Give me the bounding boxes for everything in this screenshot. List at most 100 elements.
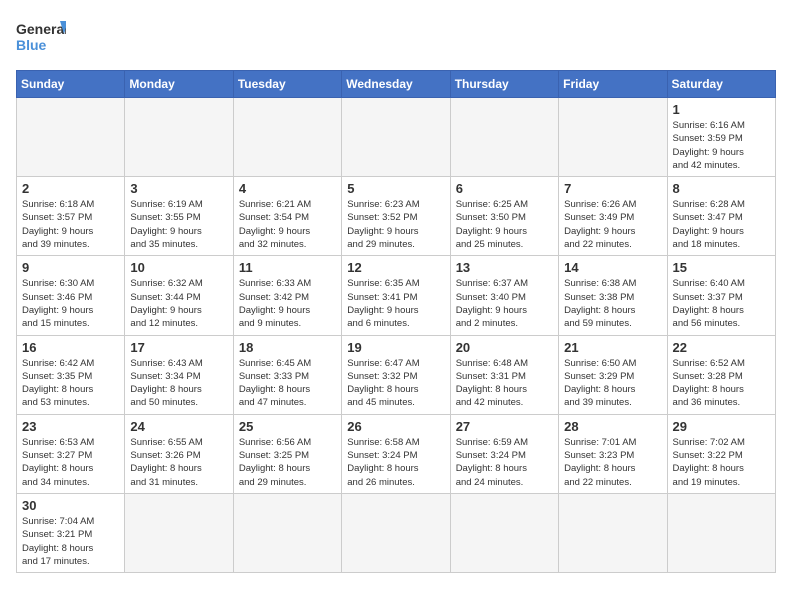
calendar-cell: 15 Sunrise: 6:40 AM Sunset: 3:37 PM Dayli… [667, 256, 775, 335]
day-number: 18 [239, 340, 336, 355]
day-info: Sunrise: 6:23 AM Sunset: 3:52 PM Dayligh… [347, 198, 444, 251]
day-info: Sunrise: 6:38 AM Sunset: 3:38 PM Dayligh… [564, 277, 661, 330]
calendar-cell: 21 Sunrise: 6:50 AM Sunset: 3:29 PM Dayli… [559, 335, 667, 414]
day-info: Sunrise: 6:45 AM Sunset: 3:33 PM Dayligh… [239, 357, 336, 410]
day-info: Sunrise: 6:32 AM Sunset: 3:44 PM Dayligh… [130, 277, 227, 330]
day-number: 3 [130, 181, 227, 196]
page: General Blue SundayMondayTuesdayWednesda… [0, 0, 792, 612]
day-number: 10 [130, 260, 227, 275]
day-number: 20 [456, 340, 553, 355]
day-number: 16 [22, 340, 119, 355]
calendar-cell: 24 Sunrise: 6:55 AM Sunset: 3:26 PM Dayli… [125, 414, 233, 493]
day-info: Sunrise: 6:53 AM Sunset: 3:27 PM Dayligh… [22, 436, 119, 489]
day-info: Sunrise: 6:55 AM Sunset: 3:26 PM Dayligh… [130, 436, 227, 489]
day-info: Sunrise: 6:28 AM Sunset: 3:47 PM Dayligh… [673, 198, 770, 251]
day-info: Sunrise: 7:04 AM Sunset: 3:21 PM Dayligh… [22, 515, 119, 568]
day-info: Sunrise: 6:33 AM Sunset: 3:42 PM Dayligh… [239, 277, 336, 330]
day-number: 4 [239, 181, 336, 196]
calendar-cell [559, 493, 667, 572]
calendar-cell: 12Sunrise: 6:35 AM Sunset: 3:41 PM Dayli… [342, 256, 450, 335]
day-number: 28 [564, 419, 661, 434]
day-info: Sunrise: 6:19 AM Sunset: 3:55 PM Dayligh… [130, 198, 227, 251]
weekday-header-tuesday: Tuesday [233, 71, 341, 98]
calendar-cell: 13Sunrise: 6:37 AM Sunset: 3:40 PM Dayli… [450, 256, 558, 335]
weekday-header-sunday: Sunday [17, 71, 125, 98]
calendar-cell [667, 493, 775, 572]
day-info: Sunrise: 6:48 AM Sunset: 3:31 PM Dayligh… [456, 357, 553, 410]
svg-text:Blue: Blue [16, 37, 47, 53]
calendar-cell [450, 493, 558, 572]
calendar-cell [17, 98, 125, 177]
calendar-cell: 29Sunrise: 7:02 AM Sunset: 3:22 PM Dayli… [667, 414, 775, 493]
calendar-cell [125, 493, 233, 572]
calendar-cell [559, 98, 667, 177]
header: General Blue [16, 16, 776, 58]
calendar-cell: 7Sunrise: 6:26 AM Sunset: 3:49 PM Daylig… [559, 177, 667, 256]
calendar-cell: 2Sunrise: 6:18 AM Sunset: 3:57 PM Daylig… [17, 177, 125, 256]
day-number: 21 [564, 340, 661, 355]
day-info: Sunrise: 6:58 AM Sunset: 3:24 PM Dayligh… [347, 436, 444, 489]
calendar-cell: 19 Sunrise: 6:47 AM Sunset: 3:32 PM Dayli… [342, 335, 450, 414]
day-number: 30 [22, 498, 119, 513]
day-number: 1 [673, 102, 770, 117]
day-number: 15 [673, 260, 770, 275]
week-row-4: 23 Sunrise: 6:53 AM Sunset: 3:27 PM Dayli… [17, 414, 776, 493]
week-row-3: 16 Sunrise: 6:42 AM Sunset: 3:35 PM Dayli… [17, 335, 776, 414]
day-info: Sunrise: 6:21 AM Sunset: 3:54 PM Dayligh… [239, 198, 336, 251]
day-number: 23 [22, 419, 119, 434]
day-info: Sunrise: 6:30 AM Sunset: 3:46 PM Dayligh… [22, 277, 119, 330]
calendar-cell: 27 Sunrise: 6:59 AM Sunset: 3:24 PM Dayli… [450, 414, 558, 493]
week-row-1: 2Sunrise: 6:18 AM Sunset: 3:57 PM Daylig… [17, 177, 776, 256]
calendar-cell: 25 Sunrise: 6:56 AM Sunset: 3:25 PM Dayli… [233, 414, 341, 493]
day-info: Sunrise: 6:40 AM Sunset: 3:37 PM Dayligh… [673, 277, 770, 330]
day-info: Sunrise: 6:50 AM Sunset: 3:29 PM Dayligh… [564, 357, 661, 410]
day-info: Sunrise: 6:35 AM Sunset: 3:41 PM Dayligh… [347, 277, 444, 330]
day-number: 19 [347, 340, 444, 355]
day-number: 27 [456, 419, 553, 434]
day-number: 14 [564, 260, 661, 275]
calendar-cell: 10 Sunrise: 6:32 AM Sunset: 3:44 PM Dayli… [125, 256, 233, 335]
weekday-header-thursday: Thursday [450, 71, 558, 98]
logo: General Blue [16, 16, 66, 58]
calendar-cell: 23 Sunrise: 6:53 AM Sunset: 3:27 PM Dayli… [17, 414, 125, 493]
day-info: Sunrise: 6:16 AM Sunset: 3:59 PM Dayligh… [673, 119, 770, 172]
calendar-cell [450, 98, 558, 177]
calendar-cell: 18 Sunrise: 6:45 AM Sunset: 3:33 PM Dayli… [233, 335, 341, 414]
day-info: Sunrise: 6:42 AM Sunset: 3:35 PM Dayligh… [22, 357, 119, 410]
day-number: 8 [673, 181, 770, 196]
calendar-cell: 22 Sunrise: 6:52 AM Sunset: 3:28 PM Dayli… [667, 335, 775, 414]
weekday-header-monday: Monday [125, 71, 233, 98]
weekday-header-saturday: Saturday [667, 71, 775, 98]
day-info: Sunrise: 6:52 AM Sunset: 3:28 PM Dayligh… [673, 357, 770, 410]
calendar-cell: 20 Sunrise: 6:48 AM Sunset: 3:31 PM Dayli… [450, 335, 558, 414]
day-info: Sunrise: 6:47 AM Sunset: 3:32 PM Dayligh… [347, 357, 444, 410]
day-info: Sunrise: 6:25 AM Sunset: 3:50 PM Dayligh… [456, 198, 553, 251]
calendar-cell: 3 Sunrise: 6:19 AM Sunset: 3:55 PM Daylig… [125, 177, 233, 256]
day-number: 7 [564, 181, 661, 196]
day-info: Sunrise: 6:59 AM Sunset: 3:24 PM Dayligh… [456, 436, 553, 489]
day-info: Sunrise: 6:18 AM Sunset: 3:57 PM Dayligh… [22, 198, 119, 251]
week-row-0: 1 Sunrise: 6:16 AM Sunset: 3:59 PM Daylig… [17, 98, 776, 177]
calendar-cell: 4 Sunrise: 6:21 AM Sunset: 3:54 PM Daylig… [233, 177, 341, 256]
calendar-cell: 9 Sunrise: 6:30 AM Sunset: 3:46 PM Daylig… [17, 256, 125, 335]
day-number: 11 [239, 260, 336, 275]
calendar-cell: 14 Sunrise: 6:38 AM Sunset: 3:38 PM Dayli… [559, 256, 667, 335]
weekday-header-row: SundayMondayTuesdayWednesdayThursdayFrid… [17, 71, 776, 98]
day-info: Sunrise: 6:56 AM Sunset: 3:25 PM Dayligh… [239, 436, 336, 489]
day-number: 24 [130, 419, 227, 434]
calendar-cell: 26Sunrise: 6:58 AM Sunset: 3:24 PM Dayli… [342, 414, 450, 493]
day-info: Sunrise: 6:37 AM Sunset: 3:40 PM Dayligh… [456, 277, 553, 330]
week-row-2: 9 Sunrise: 6:30 AM Sunset: 3:46 PM Daylig… [17, 256, 776, 335]
day-number: 25 [239, 419, 336, 434]
day-info: Sunrise: 7:01 AM Sunset: 3:23 PM Dayligh… [564, 436, 661, 489]
day-info: Sunrise: 7:02 AM Sunset: 3:22 PM Dayligh… [673, 436, 770, 489]
day-number: 22 [673, 340, 770, 355]
calendar-cell: 5 Sunrise: 6:23 AM Sunset: 3:52 PM Daylig… [342, 177, 450, 256]
day-number: 6 [456, 181, 553, 196]
calendar-cell [125, 98, 233, 177]
day-number: 9 [22, 260, 119, 275]
calendar-cell [233, 493, 341, 572]
weekday-header-friday: Friday [559, 71, 667, 98]
calendar-cell [342, 98, 450, 177]
day-number: 5 [347, 181, 444, 196]
